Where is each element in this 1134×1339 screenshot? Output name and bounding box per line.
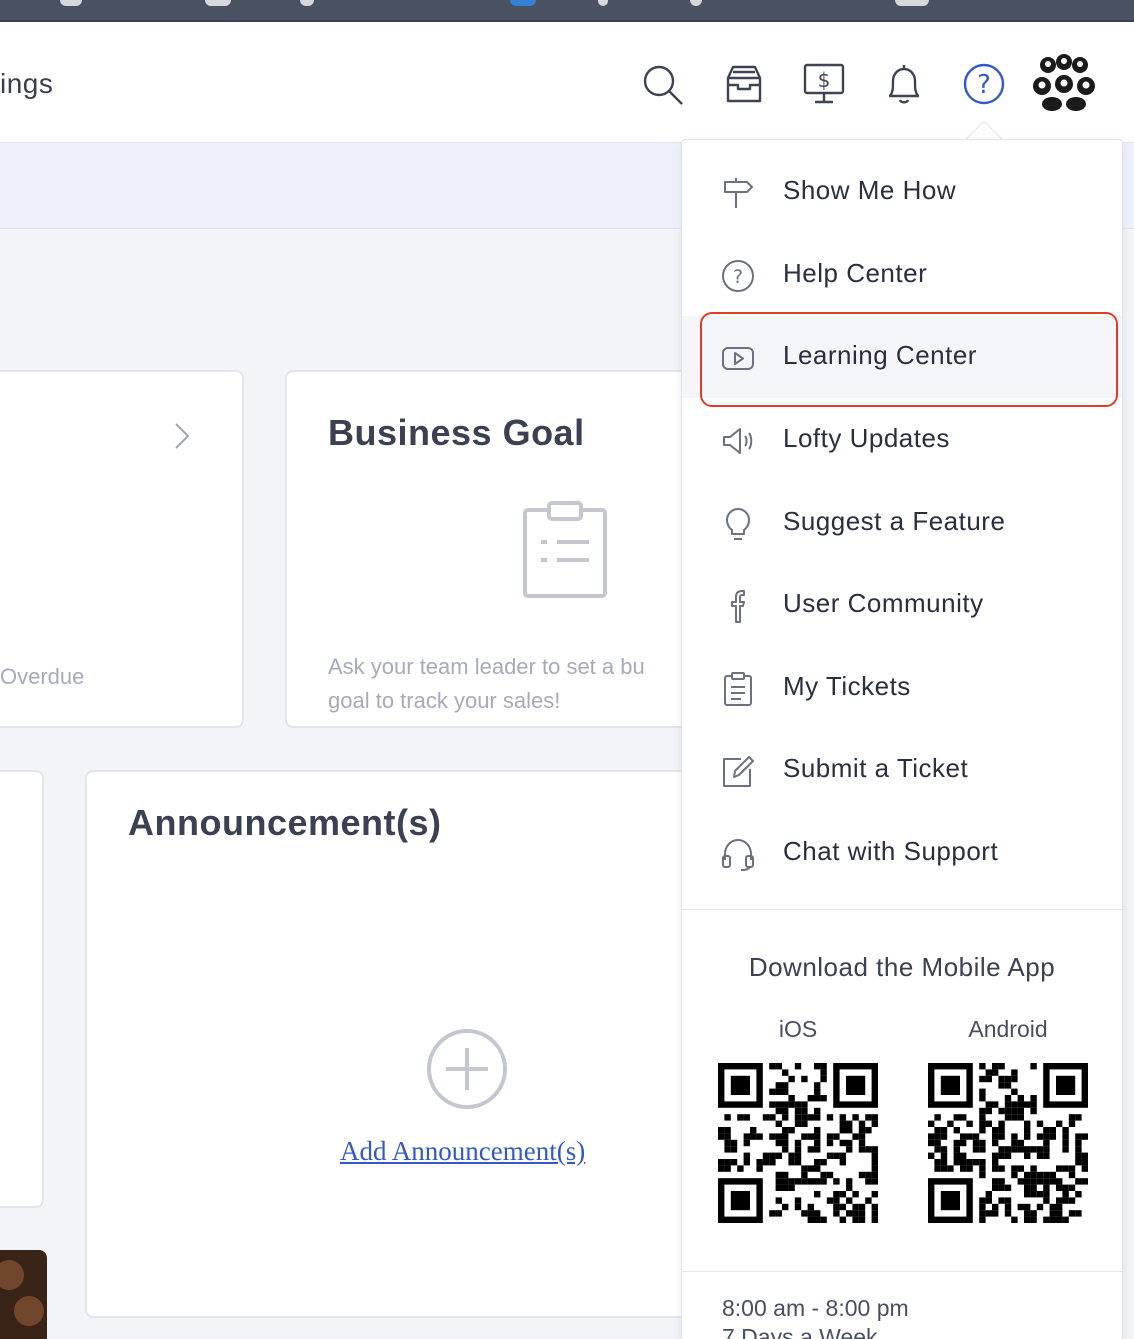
ios-label: iOS xyxy=(778,1016,818,1042)
business-goal-title: Business Goal xyxy=(328,412,585,453)
tasks-card[interactable]: Overdue xyxy=(0,370,244,728)
menu-item-suggest-feature[interactable]: Suggest a Feature xyxy=(682,482,1122,564)
browser-tab-strip xyxy=(0,0,1134,22)
menu-item-user-community[interactable]: User Community xyxy=(682,564,1122,646)
svg-text:?: ? xyxy=(977,70,991,100)
chevron-right-icon[interactable] xyxy=(172,422,192,450)
photo-thumbnail xyxy=(0,1250,47,1339)
clipboard-empty-icon xyxy=(523,501,607,598)
support-hours: 8:00 am - 8:00 pm xyxy=(722,1295,909,1321)
android-qr-code[interactable] xyxy=(928,1063,1088,1223)
support-days: 7 Days a Week xyxy=(722,1324,878,1339)
menu-item-label: Lofty Updates xyxy=(783,423,950,453)
tab-fragment xyxy=(60,0,82,6)
lightbulb-icon xyxy=(720,506,756,542)
menu-item-label: Submit a Ticket xyxy=(783,753,969,783)
side-card xyxy=(0,770,44,1208)
tasks-status-text: Overdue xyxy=(0,664,85,689)
menu-item-chat-support[interactable]: Chat with Support xyxy=(682,812,1122,894)
page-title: ings xyxy=(0,68,54,99)
menu-item-my-tickets[interactable]: My Tickets xyxy=(682,647,1122,729)
megaphone-icon xyxy=(720,423,756,459)
menu-item-submit-ticket[interactable]: Submit a Ticket xyxy=(682,729,1122,811)
business-goal-empty-text: Ask your team leader to set a bu goal to… xyxy=(328,650,645,718)
menu-item-show-me-how[interactable]: Show Me How xyxy=(682,151,1122,233)
menu-item-label: Help Center xyxy=(783,258,928,288)
mobile-app-title: Download the Mobile App xyxy=(748,952,1056,982)
top-header: ings $ ? xyxy=(0,22,1134,143)
facebook-icon xyxy=(720,588,756,624)
tab-fragment xyxy=(205,0,231,6)
inbox-icon[interactable] xyxy=(720,60,768,108)
tab-fragment xyxy=(510,0,536,6)
menu-item-label: User Community xyxy=(783,588,984,618)
android-label: Android xyxy=(968,1016,1048,1042)
tab-fragment xyxy=(300,0,314,6)
menu-item-label: Suggest a Feature xyxy=(783,506,1006,536)
business-goal-text-line: Ask your team leader to set a bu xyxy=(328,654,645,679)
menu-item-lofty-updates[interactable]: Lofty Updates xyxy=(682,399,1122,481)
learning-center-highlight xyxy=(700,312,1118,407)
tab-fragment xyxy=(690,0,702,6)
svg-text:$: $ xyxy=(818,68,831,92)
help-icon[interactable]: ? xyxy=(960,60,1008,108)
menu-divider xyxy=(682,1271,1122,1272)
tab-fragment xyxy=(895,0,929,6)
menu-item-help-center[interactable]: ? Help Center xyxy=(682,234,1122,316)
bell-icon[interactable] xyxy=(880,60,928,108)
menu-item-label: My Tickets xyxy=(783,671,911,701)
announcements-card: Announcement(s) xyxy=(85,770,715,1318)
menu-divider xyxy=(682,909,1122,910)
menu-item-label: Chat with Support xyxy=(783,836,999,866)
svg-text:?: ? xyxy=(733,266,743,288)
menu-item-label: Show Me How xyxy=(783,175,957,205)
clipboard-icon xyxy=(720,671,756,707)
billing-monitor-icon[interactable]: $ xyxy=(800,60,848,108)
signpost-icon xyxy=(720,175,756,211)
add-circle-icon[interactable] xyxy=(426,1028,508,1110)
search-icon[interactable] xyxy=(638,60,686,108)
avatar[interactable] xyxy=(1030,52,1098,112)
ios-qr-code[interactable] xyxy=(718,1063,878,1223)
tab-fragment xyxy=(598,0,608,6)
headset-icon xyxy=(720,836,756,872)
edit-icon xyxy=(720,753,756,789)
announcements-title: Announcement(s) xyxy=(128,802,442,843)
question-circle-icon: ? xyxy=(720,258,756,294)
add-announcement-link[interactable]: Add Announcement(s) xyxy=(340,1136,585,1167)
business-goal-text-line: goal to track your sales! xyxy=(328,688,561,713)
business-goal-card: Business Goal Ask your team leader to se… xyxy=(285,370,715,728)
